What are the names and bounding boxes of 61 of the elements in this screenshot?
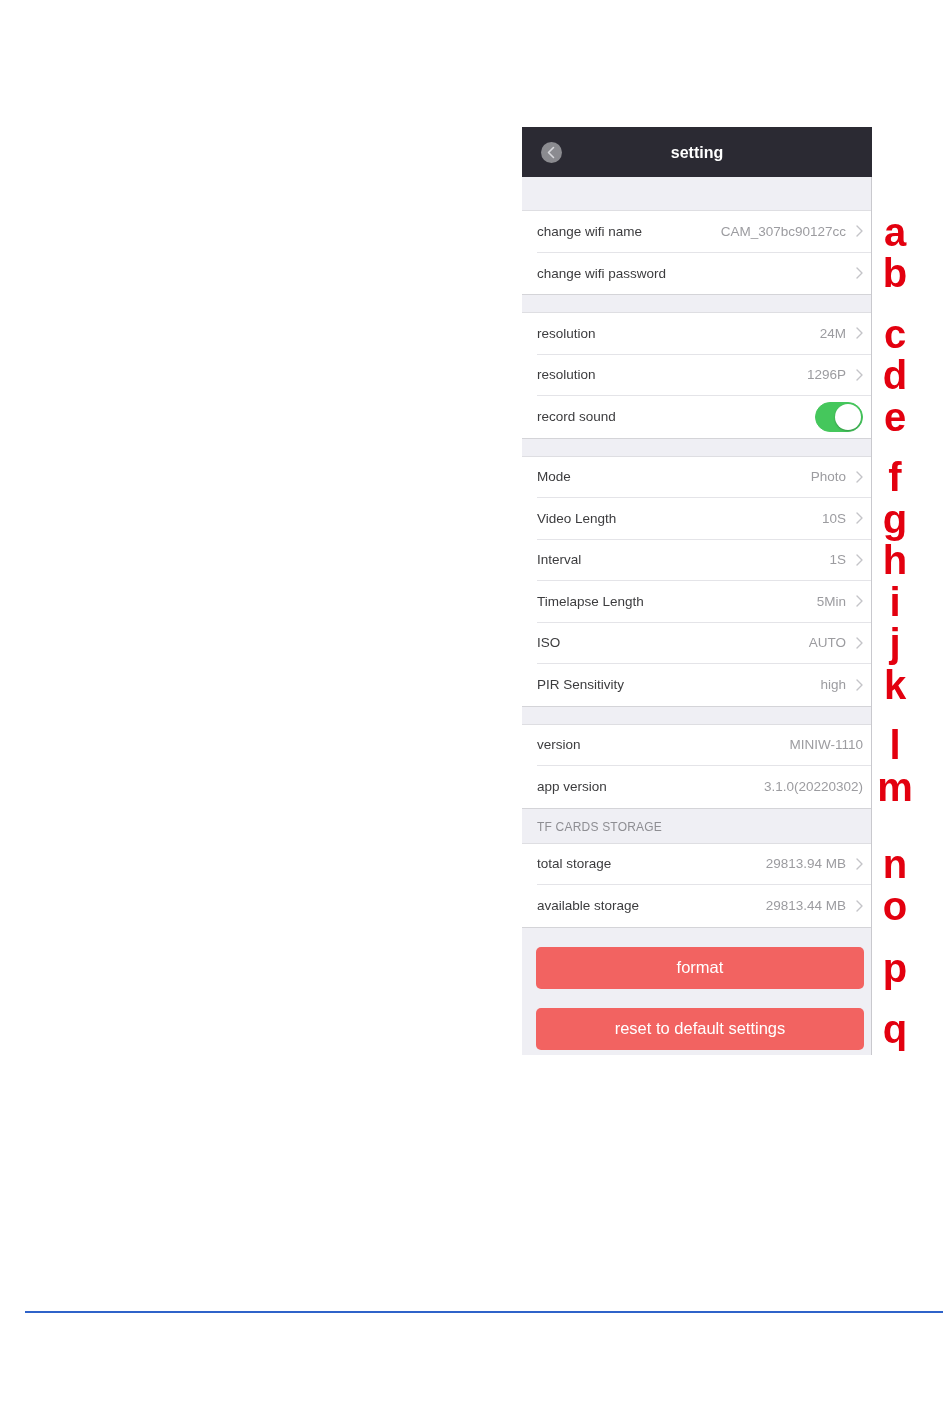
settings-row[interactable]: Mode Photo (522, 456, 871, 498)
setting-label: Video Length (537, 510, 618, 526)
setting-label: app version (537, 779, 608, 795)
toggle-switch[interactable] (815, 401, 863, 432)
setting-label: version (537, 737, 582, 753)
setting-value: 29813.94 MB (765, 856, 846, 872)
section-header: TF CARDS STORAGE (537, 820, 662, 834)
chevron-right-icon (856, 678, 863, 691)
chevron-right-icon (856, 512, 863, 525)
setting-label: Mode (537, 469, 572, 485)
setting-value: 29813.44 MB (765, 898, 846, 914)
setting-label: ISO (537, 635, 562, 651)
setting-value: 5Min (816, 593, 846, 609)
chevron-right-icon (856, 368, 863, 381)
settings-row[interactable]: Interval 1S (522, 539, 871, 581)
settings-row[interactable]: Video Length 10S (522, 498, 871, 540)
settings-row[interactable]: resolution 24M (522, 313, 871, 355)
settings-row[interactable]: Timelapse Length 5Min (522, 581, 871, 623)
back-icon[interactable] (541, 142, 562, 163)
settings-row[interactable]: total storage 29813.94 MB (522, 843, 871, 885)
setting-label: resolution (537, 367, 597, 383)
chevron-right-icon (856, 470, 863, 483)
setting-value: Photo (810, 469, 846, 485)
annotation-letter: i (889, 578, 901, 625)
setting-label: Interval (537, 552, 583, 568)
settings-row[interactable]: change wifi password (522, 252, 871, 294)
annotation-letter: q (882, 1005, 908, 1052)
chevron-right-icon (856, 225, 863, 238)
settings-row[interactable]: record sound (522, 396, 871, 438)
setting-label: record sound (537, 409, 617, 425)
setting-value: CAM_307bc90127cc (720, 223, 846, 239)
setting-value: 10S (821, 510, 846, 526)
setting-label: available storage (537, 898, 641, 914)
chevron-right-icon (856, 595, 863, 608)
setting-value: 24M (819, 325, 846, 341)
setting-value: AUTO (808, 635, 846, 651)
setting-value: 1S (829, 552, 846, 568)
settings-row[interactable]: ISO AUTO (522, 622, 871, 664)
setting-label: change wifi name (537, 223, 644, 239)
settings-row[interactable]: PIR Sensitivity high (522, 664, 871, 706)
chevron-right-icon (856, 553, 863, 566)
chevron-right-icon (856, 857, 863, 870)
nav-title: setting (670, 144, 724, 162)
setting-value: 1296P (806, 367, 846, 383)
settings-row[interactable]: resolution 1296P (522, 354, 871, 396)
setting-label: change wifi password (537, 265, 668, 281)
setting-value: MINIW-1110 (789, 737, 863, 753)
chevron-right-icon (856, 267, 863, 280)
settings-row[interactable]: available storage 29813.44 MB (522, 885, 871, 927)
chevron-right-icon (856, 636, 863, 649)
setting-value: high (820, 677, 846, 693)
chevron-right-icon (856, 899, 863, 912)
settings-row[interactable]: change wifi name CAM_307bc90127cc (522, 211, 871, 253)
setting-value: 3.1.0(20220302) (763, 779, 863, 795)
setting-label: Timelapse Length (537, 593, 645, 609)
setting-label: PIR Sensitivity (537, 677, 626, 693)
setting-label: resolution (537, 325, 597, 341)
chevron-right-icon (856, 327, 863, 340)
annotation-letter: f (888, 454, 902, 501)
setting-label: total storage (537, 856, 613, 872)
annotation-letter: p (882, 944, 908, 991)
